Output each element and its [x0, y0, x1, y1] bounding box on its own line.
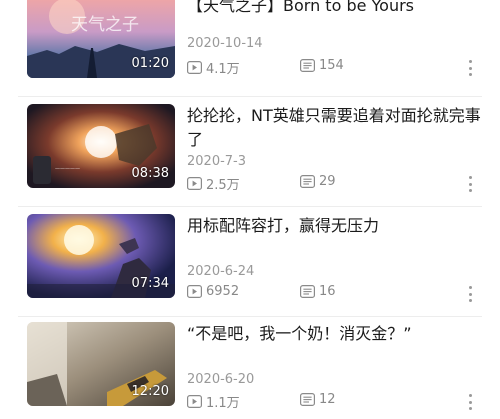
play-count: 4.1万: [187, 58, 240, 77]
video-list-item[interactable]: ————— 08:38 抡抡抡，NT英雄只需要追着对面抡就完事了 2020-7-…: [0, 104, 500, 207]
video-duration: 07:34: [131, 276, 169, 291]
more-vertical-icon[interactable]: [466, 176, 474, 192]
svg-text:—————: —————: [55, 166, 80, 172]
video-list-item[interactable]: 天气之子 01:20 【天气之子】Born to be Yours 2020-1…: [0, 0, 500, 97]
danmaku-icon: [300, 59, 315, 72]
danmaku-count: 29: [300, 174, 336, 189]
danmaku-icon: [300, 393, 315, 406]
video-thumbnail[interactable]: ————— 08:38: [27, 104, 175, 188]
video-thumbnail[interactable]: 07:34: [27, 214, 175, 298]
danmaku-icon: [300, 175, 315, 188]
video-thumbnail[interactable]: 12:20: [27, 322, 175, 406]
play-count-icon: [187, 61, 202, 74]
more-vertical-icon[interactable]: [466, 60, 474, 76]
play-count-value: 2.5万: [206, 178, 240, 193]
danmaku-count: 154: [300, 58, 344, 73]
video-date: 2020-6-20: [187, 372, 255, 387]
video-date: 2020-7-3: [187, 154, 247, 169]
play-count-value: 4.1万: [206, 62, 240, 77]
danmaku-count-value: 12: [319, 392, 336, 407]
video-list-item[interactable]: 12:20 “不是吧，我一个奶！消灭金？” 2020-6-20 1.1万 12: [0, 322, 500, 418]
play-count: 2.5万: [187, 174, 240, 193]
danmaku-count-value: 16: [319, 284, 336, 299]
video-title[interactable]: “不是吧，我一个奶！消灭金？”: [187, 322, 483, 346]
danmaku-count-value: 29: [319, 174, 336, 189]
video-list-item[interactable]: 07:34 用标配阵容打，赢得无压力 2020-6-24 6952 16: [0, 214, 500, 317]
danmaku-count-value: 154: [319, 58, 344, 73]
play-count: 1.1万: [187, 392, 240, 411]
play-count-icon: [187, 177, 202, 190]
danmaku-icon: [300, 285, 315, 298]
video-duration: 08:38: [131, 166, 169, 181]
play-count-value: 1.1万: [206, 396, 240, 411]
video-title[interactable]: 用标配阵容打，赢得无压力: [187, 214, 483, 238]
play-count-icon: [187, 285, 202, 298]
play-count-icon: [187, 395, 202, 408]
svg-text:天气之子: 天气之子: [71, 15, 139, 35]
more-vertical-icon[interactable]: [466, 394, 474, 410]
video-duration: 01:20: [131, 56, 169, 71]
video-title[interactable]: 抡抡抡，NT英雄只需要追着对面抡就完事了: [187, 104, 483, 152]
play-count: 6952: [187, 284, 239, 299]
danmaku-count: 12: [300, 392, 336, 407]
video-duration: 12:20: [131, 384, 169, 399]
video-list: 天气之子 01:20 【天气之子】Born to be Yours 2020-1…: [0, 0, 500, 419]
danmaku-count: 16: [300, 284, 336, 299]
more-vertical-icon[interactable]: [466, 286, 474, 302]
video-title[interactable]: 【天气之子】Born to be Yours: [187, 0, 483, 18]
video-thumbnail[interactable]: 天气之子 01:20: [27, 0, 175, 78]
play-count-value: 6952: [206, 284, 240, 299]
video-date: 2020-6-24: [187, 264, 255, 279]
video-date: 2020-10-14: [187, 36, 263, 51]
